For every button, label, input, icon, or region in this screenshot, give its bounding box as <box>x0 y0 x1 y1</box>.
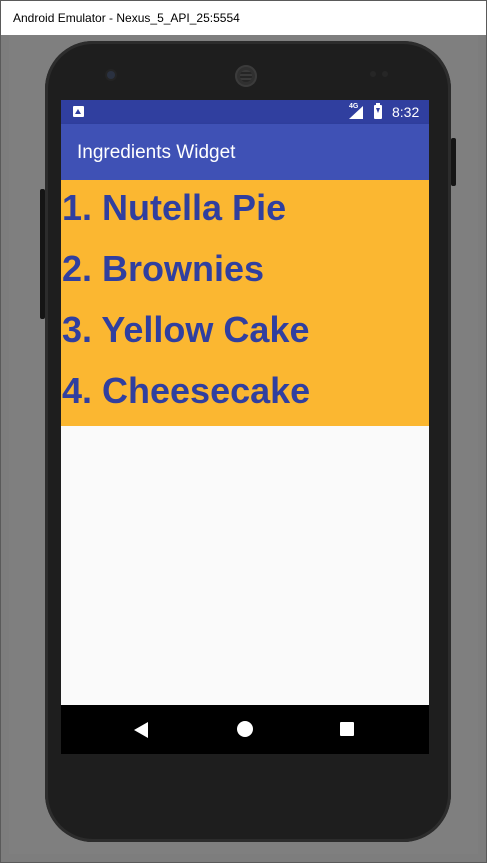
ingredient-item[interactable]: 2. Brownies <box>62 248 264 290</box>
ingredient-item[interactable]: 4. Cheesecake <box>62 370 310 412</box>
front-camera-icon <box>107 71 115 79</box>
navigation-bar <box>61 705 429 754</box>
signal-icon <box>349 106 363 119</box>
notification-icon <box>73 106 84 117</box>
app-bar: Ingredients Widget <box>61 124 429 180</box>
volume-button[interactable] <box>40 189 45 319</box>
status-time: 8:32 <box>392 104 420 120</box>
recents-icon[interactable] <box>340 722 354 736</box>
speaker-grille-icon <box>235 65 257 87</box>
home-icon[interactable] <box>237 721 253 737</box>
phone-screen: 4G 8:32 Ingredients Widget 1. Nutella Pi… <box>61 100 429 754</box>
back-icon[interactable] <box>134 722 148 738</box>
emulator-window: Android Emulator - Nexus_5_API_25:5554 4… <box>0 0 487 863</box>
window-title: Android Emulator - Nexus_5_API_25:5554 <box>13 11 240 25</box>
app-title: Ingredients Widget <box>77 142 236 163</box>
ingredients-widget[interactable]: 1. Nutella Pie 2. Brownies 3. Yellow Cak… <box>61 180 429 426</box>
light-sensor-icon <box>382 71 388 77</box>
battery-charging-icon <box>374 103 382 119</box>
ingredient-item[interactable]: 1. Nutella Pie <box>62 187 286 229</box>
status-bar: 4G 8:32 <box>61 100 429 124</box>
proximity-sensor-icon <box>370 71 376 77</box>
ingredient-item[interactable]: 3. Yellow Cake <box>62 309 309 351</box>
window-titlebar[interactable]: Android Emulator - Nexus_5_API_25:5554 <box>1 1 486 35</box>
power-button[interactable] <box>451 138 456 186</box>
